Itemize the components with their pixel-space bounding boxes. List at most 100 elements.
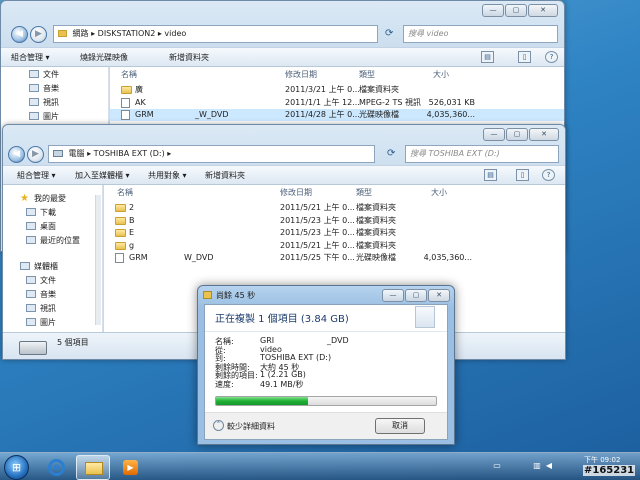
maximize-button[interactable]: ▢: [506, 128, 528, 141]
file-date: 2011/5/25 下午 0...: [280, 253, 355, 262]
new-folder-button[interactable]: 新增資料夾: [169, 52, 209, 63]
keyboard-icon[interactable]: ▭: [492, 461, 502, 471]
close-button[interactable]: ✕: [529, 128, 559, 141]
file-row[interactable]: GRM W_DVD 2011/5/25 下午 0... 光碟映像檔 4,035,360.…: [104, 252, 565, 264]
share-with-menu[interactable]: 共用對象 ▾: [148, 170, 187, 181]
file-row[interactable]: AK 2011/1/1 上午 12... MPEG-2 TS 視訊 526,031 K…: [110, 97, 564, 109]
caption-buttons: — ▢ ✕: [382, 289, 450, 302]
preview-pane-icon[interactable]: ▯: [518, 51, 531, 63]
desktop-icon: [26, 222, 36, 230]
taskbar-internet-explorer[interactable]: e: [40, 455, 74, 480]
minimize-button[interactable]: —: [482, 4, 504, 17]
clock[interactable]: 下午 09:02: [584, 455, 620, 465]
new-folder-button[interactable]: 新增資料夾: [205, 170, 245, 181]
column-header-size[interactable]: 大小: [433, 67, 449, 83]
file-icon: [115, 253, 124, 263]
copy-detail-value-tail: _DVD: [327, 336, 349, 345]
file-row[interactable]: 2 2011/5/21 上午 0... 檔案資料夾: [104, 202, 565, 214]
file-row[interactable]: 廣 2011/3/21 上午 0... 檔案資料夾: [110, 84, 564, 96]
music-icon: [26, 290, 36, 298]
address-bar[interactable]: 網路 ▸ DISKSTATION2 ▸ video: [53, 25, 378, 43]
videos-icon: [29, 98, 39, 106]
preview-pane-icon[interactable]: ▯: [516, 169, 529, 181]
search-input[interactable]: 搜尋 TOSHIBA EXT (D:): [405, 145, 559, 163]
minimize-button[interactable]: —: [382, 289, 404, 302]
file-name: 2: [129, 203, 135, 212]
file-row[interactable]: B 2011/5/23 上午 0... 檔案資料夾: [104, 215, 565, 227]
organize-menu[interactable]: 組合管理 ▾: [11, 52, 50, 63]
nav-item-music[interactable]: 音樂: [26, 289, 56, 300]
burn-image-button[interactable]: 燒錄光碟映像: [80, 52, 128, 63]
column-header-name[interactable]: 名稱: [121, 67, 137, 83]
file-date: 2011/5/21 上午 0...: [280, 240, 355, 250]
refresh-icon[interactable]: ⟳: [385, 28, 393, 39]
view-options-icon[interactable]: ▤: [481, 51, 494, 63]
volume-icon[interactable]: ◀: [544, 461, 554, 471]
column-header-name[interactable]: 名稱: [117, 185, 133, 201]
network-icon[interactable]: ▥: [532, 461, 542, 471]
cancel-button[interactable]: 取消: [375, 418, 425, 434]
taskbar-windows-explorer[interactable]: [76, 455, 110, 480]
file-type: 檔案資料夾: [356, 240, 396, 250]
nav-item-desktop[interactable]: 桌面: [26, 221, 56, 232]
copy-detail-value: 49.1 MB/秒: [260, 380, 304, 389]
nav-item-pictures[interactable]: 圖片: [29, 111, 59, 122]
maximize-button[interactable]: ▢: [405, 289, 427, 302]
nav-item-documents[interactable]: 文件: [29, 69, 59, 80]
nav-favorites-header[interactable]: ★ 我的最愛: [20, 193, 66, 204]
column-header-type[interactable]: 類型: [356, 185, 372, 201]
nav-item-videos[interactable]: 視訊: [29, 97, 59, 108]
nav-libraries-header[interactable]: 媒體櫃: [20, 261, 58, 272]
file-row[interactable]: g 2011/5/21 上午 0... 檔案資料夾: [104, 240, 565, 252]
forward-button[interactable]: ▶: [27, 146, 44, 163]
drive-icon: [19, 341, 47, 355]
forward-button[interactable]: ▶: [30, 26, 47, 43]
copy-icon: [203, 291, 212, 299]
maximize-button[interactable]: ▢: [505, 4, 527, 17]
help-icon[interactable]: ?: [542, 169, 555, 181]
address-bar[interactable]: 電腦 ▸ TOSHIBA EXT (D:) ▸: [48, 145, 375, 163]
close-button[interactable]: ✕: [528, 4, 558, 17]
column-header-type[interactable]: 類型: [359, 67, 375, 83]
nav-pane-scrollbar[interactable]: [95, 195, 101, 325]
view-options-icon[interactable]: ▤: [484, 169, 497, 181]
breadcrumb-root[interactable]: 電腦: [69, 149, 85, 158]
music-icon: [29, 84, 39, 92]
help-icon[interactable]: ?: [545, 51, 558, 63]
organize-menu[interactable]: 組合管理 ▾: [17, 170, 56, 181]
nav-item-music[interactable]: 音樂: [29, 83, 59, 94]
navigation-bar: ◀ ▶ 電腦 ▸ TOSHIBA EXT (D:) ▸ ⟳ 搜尋 TOSHIBA…: [3, 144, 565, 166]
column-header-date[interactable]: 修改日期: [285, 67, 317, 83]
taskbar-media-player[interactable]: ▶: [114, 455, 148, 480]
breadcrumb-root[interactable]: 網路: [73, 29, 89, 38]
start-button[interactable]: ⊞: [4, 455, 29, 480]
taskbar: ⊞ e ▶ ▭ ▥ ◀ 下午 09:02 #165231: [0, 452, 640, 480]
back-button[interactable]: ◀: [8, 146, 25, 163]
breadcrumb-host[interactable]: DISKSTATION2: [98, 29, 156, 38]
minimize-button[interactable]: —: [483, 128, 505, 141]
search-input[interactable]: 搜尋 video: [403, 25, 558, 43]
copy-progress-fill: [216, 397, 309, 405]
file-icon: [121, 97, 130, 108]
nav-item-pictures[interactable]: 圖片: [26, 317, 56, 328]
copy-progress-dialog[interactable]: 尚餘 45 秒 — ▢ ✕ 正在複製 1 個項目 (3.84 GB) 名稱: GR…: [197, 285, 455, 445]
refresh-icon[interactable]: ⟳: [387, 148, 395, 159]
media-player-icon: ▶: [123, 460, 138, 475]
file-row[interactable]: GRM _W_DVD 2011/4/28 上午 0... 光碟映像檔 4,035,360…: [110, 109, 564, 121]
column-header-size[interactable]: 大小: [431, 185, 447, 201]
breadcrumb-folder[interactable]: video: [164, 29, 186, 38]
less-details-button[interactable]: 較少詳細資料: [227, 421, 275, 432]
column-header-date[interactable]: 修改日期: [280, 185, 312, 201]
chevron-up-icon[interactable]: ˄: [213, 420, 224, 431]
close-button[interactable]: ✕: [428, 289, 450, 302]
nav-item-videos[interactable]: 視訊: [26, 303, 56, 314]
file-name-tail: _W_DVD: [195, 110, 229, 119]
nav-item-documents[interactable]: 文件: [26, 275, 56, 286]
include-in-library-menu[interactable]: 加入至媒體櫃 ▾: [75, 170, 130, 181]
breadcrumb-drive[interactable]: TOSHIBA EXT (D:): [94, 149, 165, 158]
file-row[interactable]: E 2011/5/23 上午 0... 檔案資料夾: [104, 227, 565, 239]
folder-icon: [115, 241, 126, 250]
nav-item-downloads[interactable]: 下載: [26, 207, 56, 218]
nav-item-recent-places[interactable]: 最近的位置: [26, 235, 80, 246]
back-button[interactable]: ◀: [11, 26, 28, 43]
